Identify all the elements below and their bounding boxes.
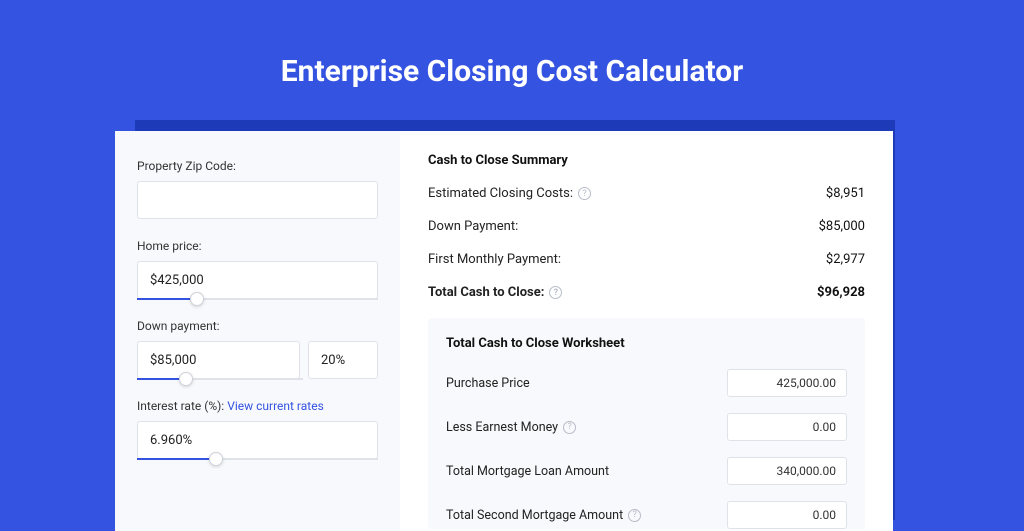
- summary-row-label: Estimated Closing Costs:?: [428, 186, 591, 201]
- interest-slider-thumb[interactable]: [209, 452, 223, 466]
- help-icon[interactable]: ?: [549, 286, 562, 299]
- down-payment-slider-wrap: [137, 341, 378, 379]
- summary-rows: Estimated Closing Costs:? $8,951 Down Paym…: [428, 186, 865, 300]
- inputs-panel: Property Zip Code: Home price: Down paym…: [115, 131, 400, 531]
- worksheet-row-input[interactable]: [727, 369, 847, 397]
- help-icon[interactable]: ?: [578, 187, 591, 200]
- interest-input[interactable]: [137, 421, 378, 459]
- summary-row-value: $96,928: [817, 285, 865, 300]
- interest-label: Interest rate (%): View current rates: [137, 399, 378, 413]
- worksheet-title: Total Cash to Close Worksheet: [446, 336, 847, 351]
- help-icon[interactable]: ?: [628, 509, 641, 522]
- down-payment-field: Down payment:: [137, 319, 378, 379]
- interest-slider-wrap: [137, 421, 378, 459]
- home-price-slider-wrap: [137, 261, 378, 299]
- worksheet-row-input[interactable]: [727, 501, 847, 529]
- zip-input[interactable]: [137, 181, 378, 219]
- worksheet-row-label: Total Mortgage Loan Amount: [446, 464, 609, 479]
- summary-row: Total Cash to Close:? $96,928: [428, 285, 865, 300]
- down-payment-slider-fill: [137, 378, 179, 380]
- worksheet-row: Total Mortgage Loan Amount: [446, 457, 847, 485]
- home-price-slider-fill: [137, 298, 190, 300]
- summary-row-value: $2,977: [826, 252, 865, 267]
- worksheet-row: Total Second Mortgage Amount?: [446, 501, 847, 529]
- summary-title: Cash to Close Summary: [428, 153, 865, 168]
- summary-row: Estimated Closing Costs:? $8,951: [428, 186, 865, 201]
- down-payment-input[interactable]: [137, 341, 300, 379]
- summary-row-label: Total Cash to Close:?: [428, 285, 562, 300]
- summary-row-label: Down Payment:: [428, 219, 518, 234]
- results-panel: Cash to Close Summary Estimated Closing …: [400, 131, 893, 531]
- home-price-label: Home price:: [137, 239, 378, 253]
- home-price-slider-thumb[interactable]: [190, 292, 204, 306]
- interest-slider-fill: [137, 458, 209, 460]
- worksheet-card: Total Cash to Close Worksheet Purchase P…: [428, 318, 865, 529]
- view-rates-link[interactable]: View current rates: [227, 399, 324, 413]
- summary-row-value: $8,951: [826, 186, 865, 201]
- home-price-input[interactable]: [137, 261, 378, 299]
- calculator-card: Property Zip Code: Home price: Down paym…: [115, 131, 893, 531]
- page-title: Enterprise Closing Cost Calculator: [0, 0, 1024, 119]
- worksheet-row: Purchase Price: [446, 369, 847, 397]
- down-payment-label: Down payment:: [137, 319, 378, 333]
- interest-label-text: Interest rate (%):: [137, 399, 227, 413]
- zip-field: Property Zip Code:: [137, 159, 378, 219]
- interest-field: Interest rate (%): View current rates: [137, 399, 378, 459]
- summary-row: First Monthly Payment: $2,977: [428, 252, 865, 267]
- summary-row-label: First Monthly Payment:: [428, 252, 561, 267]
- worksheet-row-label: Less Earnest Money?: [446, 420, 576, 435]
- down-payment-slider-thumb[interactable]: [179, 372, 193, 386]
- summary-row: Down Payment: $85,000: [428, 219, 865, 234]
- worksheet-rows: Purchase Price Less Earnest Money? Total M…: [446, 369, 847, 529]
- summary-row-value: $85,000: [819, 219, 865, 234]
- zip-label: Property Zip Code:: [137, 159, 378, 173]
- worksheet-row-label: Total Second Mortgage Amount?: [446, 508, 641, 523]
- home-price-field: Home price:: [137, 239, 378, 299]
- help-icon[interactable]: ?: [563, 421, 576, 434]
- down-payment-pct-input[interactable]: [308, 341, 378, 379]
- worksheet-row-label: Purchase Price: [446, 376, 530, 391]
- worksheet-row-input[interactable]: [727, 413, 847, 441]
- worksheet-row: Less Earnest Money?: [446, 413, 847, 441]
- worksheet-row-input[interactable]: [727, 457, 847, 485]
